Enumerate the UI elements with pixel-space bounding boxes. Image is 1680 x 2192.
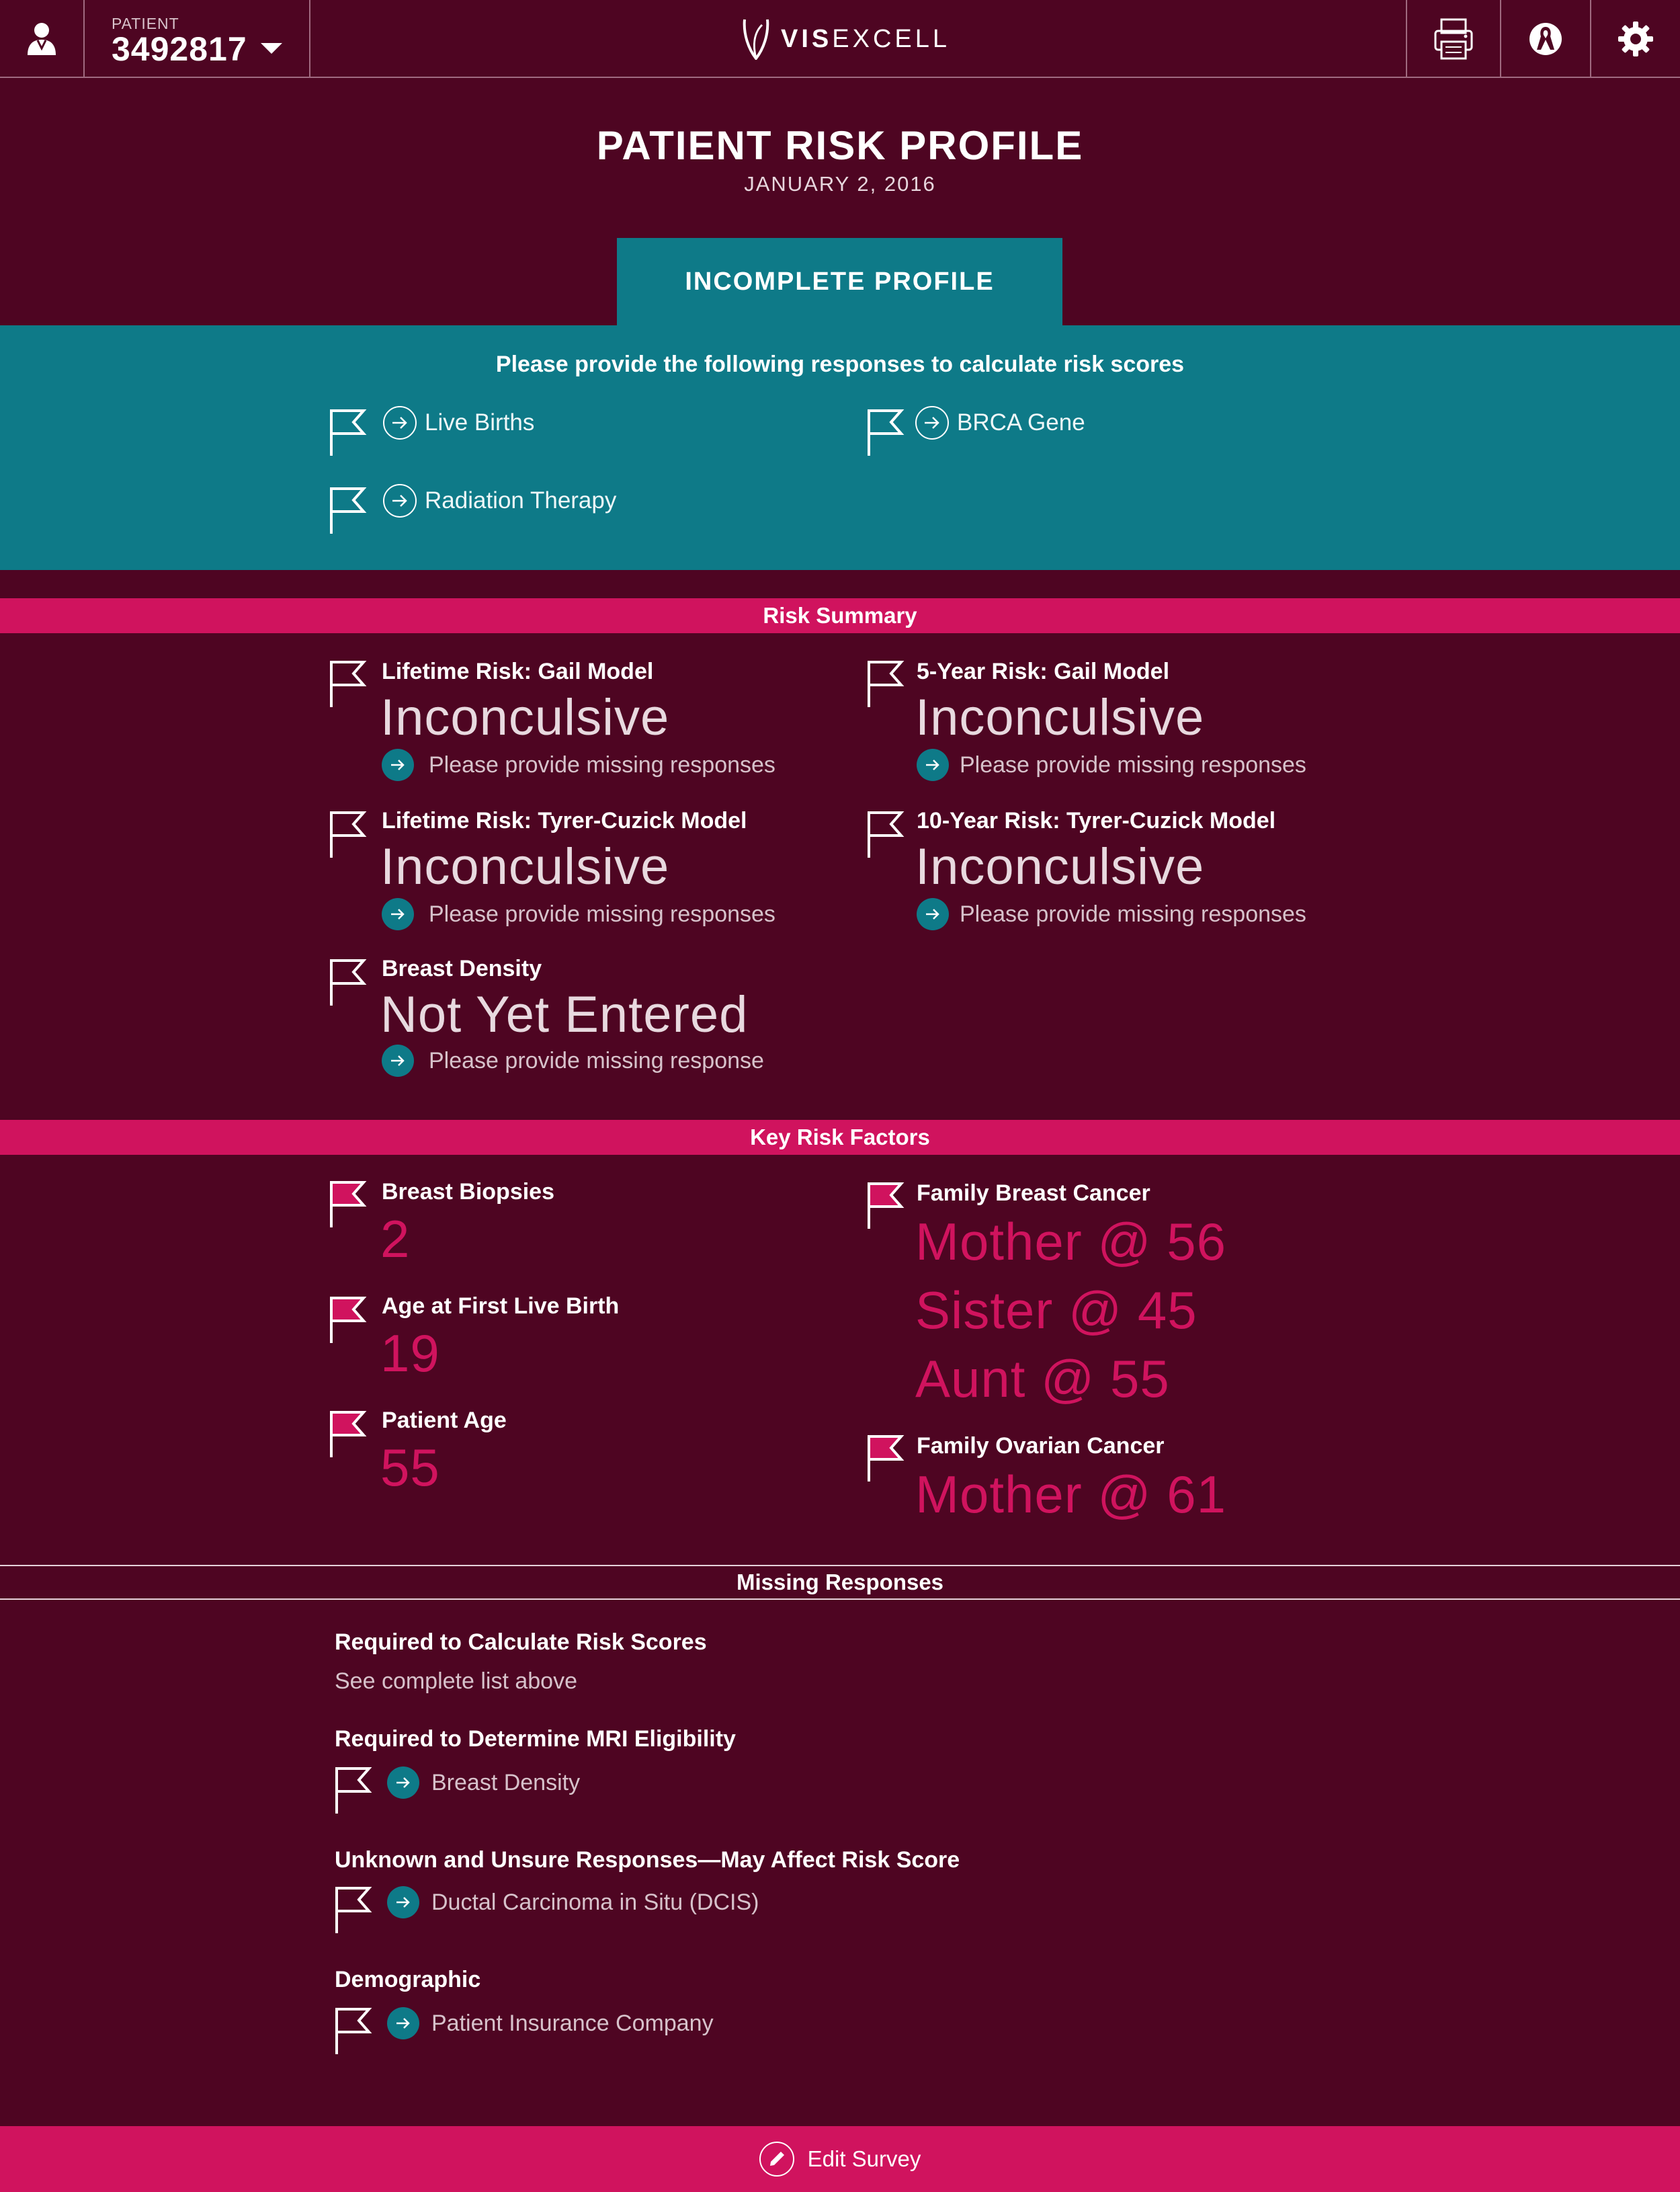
req-item-radiation-therapy[interactable]: Radiation Therapy [383,484,616,518]
leaf-logo-icon [743,19,769,60]
missing-group-heading: Unknown and Unsure Responses—May Affect … [335,1847,960,1873]
factor-label: Age at First Live Birth [382,1293,620,1319]
flag-icon [335,1767,372,1814]
risk-value: Not Yet Entered [380,986,749,1043]
flag-icon [868,811,905,858]
risk-hint-link[interactable]: Please provide missing responses [382,749,775,781]
factor-value: Mother @ 56 [915,1212,1227,1271]
top-bar: PATIENT 3492817 VISEXCELL [0,0,1680,78]
req-item-live-births[interactable]: Live Births [383,406,534,440]
arrow-right-icon [387,1886,419,1918]
risk-label: Lifetime Risk: Tyrer-Cuzick Model [382,808,747,834]
flag-filled-icon [330,1411,367,1457]
flag-icon [330,487,367,534]
incomplete-message: Please provide the following responses t… [495,352,1185,377]
arrow-right-icon [917,749,949,781]
flag-icon [330,661,367,707]
risk-value: Inconculsive [380,689,670,746]
missing-group-heading: Required to Determine MRI Eligibility [335,1726,736,1752]
page-title: PATIENT RISK PROFILE [596,123,1084,168]
missing-item-link[interactable]: Patient Insurance Company [387,2007,714,2039]
flag-icon [335,2008,372,2054]
risk-label: Lifetime Risk: Gail Model [382,659,654,684]
flag-icon [868,409,905,456]
factor-label: Patient Age [382,1408,507,1433]
flag-icon [330,811,367,858]
pencil-icon [759,2142,794,2177]
risk-value: Inconculsive [915,689,1205,746]
missing-item-link[interactable]: Breast Density [387,1767,580,1799]
risk-value: Inconculsive [915,838,1205,895]
chevron-down-icon[interactable] [261,43,282,54]
incomplete-profile-tab: INCOMPLETE PROFILE [617,238,1062,325]
factor-value: Mother @ 61 [915,1465,1227,1524]
factor-value: 55 [380,1438,440,1497]
flag-filled-icon [330,1297,367,1343]
factor-label: Family Breast Cancer [917,1180,1150,1206]
factor-value: Sister @ 45 [915,1281,1198,1340]
risk-label: 10-Year Risk: Tyrer-Cuzick Model [917,808,1276,834]
factor-label: Family Ovarian Cancer [917,1433,1165,1459]
risk-label: 5-Year Risk: Gail Model [917,659,1170,684]
printer-icon [1434,18,1473,60]
user-button[interactable] [0,0,85,78]
settings-button[interactable] [1590,0,1680,78]
flag-icon [868,661,905,707]
flag-filled-icon [868,1182,905,1229]
patient-id[interactable]: 3492817 [112,30,247,69]
risk-hint-link[interactable]: Please provide missing responses [917,898,1306,930]
arrow-right-icon [382,1045,414,1077]
user-icon [28,23,56,55]
factor-value: Aunt @ 55 [915,1349,1170,1408]
ribbon-icon [1529,23,1562,55]
arrow-right-icon [382,898,414,930]
req-item-brca-gene[interactable]: BRCA Gene [915,406,1085,440]
arrow-right-icon [917,898,949,930]
risk-value: Inconculsive [380,838,670,895]
flag-filled-icon [330,1181,367,1227]
ribbon-button[interactable] [1500,0,1590,78]
edit-survey-label: Edit Survey [807,2146,921,2171]
gear-icon [1618,22,1653,56]
risk-hint-link[interactable]: Please provide missing response [382,1045,764,1077]
flag-filled-icon [868,1435,905,1481]
arrow-right-icon [383,406,417,440]
arrow-right-icon [915,406,949,440]
missing-group-sub: See complete list above [335,1668,577,1694]
brand-light: EXCELL [832,24,950,53]
risk-hint-link[interactable]: Please provide missing responses [917,749,1306,781]
risk-summary-banner: Risk Summary [0,598,1680,633]
flag-icon [335,1887,372,1933]
arrow-right-icon [383,484,417,518]
edit-survey-button[interactable]: Edit Survey [0,2126,1680,2192]
missing-group-heading: Required to Calculate Risk Scores [335,1629,707,1655]
arrow-right-icon [387,1767,419,1799]
print-button[interactable] [1406,0,1500,78]
missing-item-link[interactable]: Ductal Carcinoma in Situ (DCIS) [387,1886,759,1918]
arrow-right-icon [382,749,414,781]
flag-icon [330,409,367,456]
risk-label: Breast Density [382,956,542,981]
brand-bold: VIS [781,24,833,53]
flag-icon [330,959,367,1006]
arrow-right-icon [387,2007,419,2039]
factor-value: 2 [380,1209,411,1268]
missing-responses-banner: Missing Responses [0,1565,1680,1600]
risk-hint-link[interactable]: Please provide missing responses [382,898,775,930]
page-date: JANUARY 2, 2016 [744,172,936,196]
key-risk-factors-banner: Key Risk Factors [0,1120,1680,1155]
missing-group-heading: Demographic [335,1967,481,1992]
factor-value: 19 [380,1324,440,1383]
brand-logo: VISEXCELL [739,17,950,60]
factor-label: Breast Biopsies [382,1179,554,1205]
